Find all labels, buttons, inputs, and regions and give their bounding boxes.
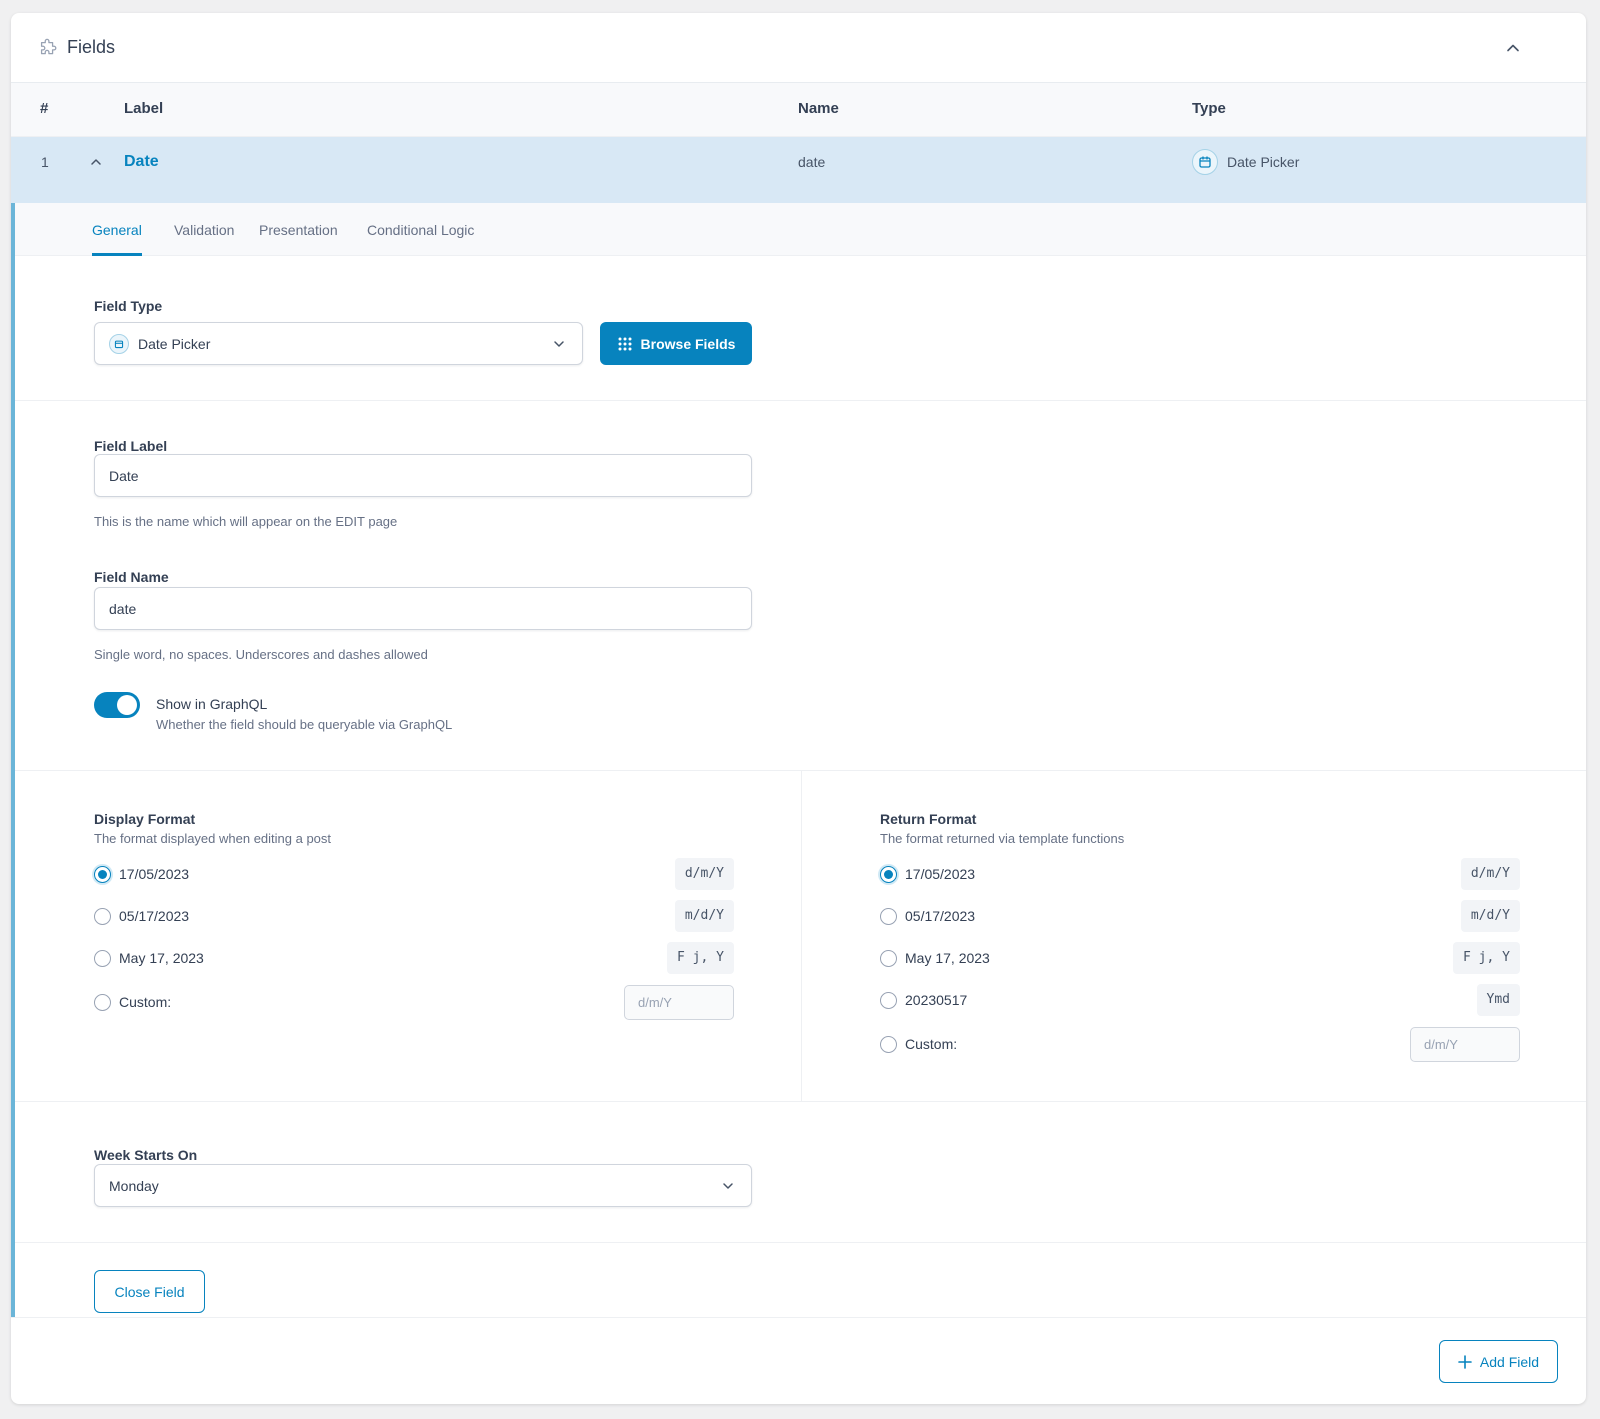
column-header-type: Type <box>1192 100 1226 117</box>
calendar-icon <box>109 334 129 354</box>
calendar-icon <box>1192 149 1218 175</box>
format-code: d/m/Y <box>1461 858 1520 890</box>
return-format-custom-input[interactable] <box>1410 1027 1520 1062</box>
column-header-name: Name <box>798 100 839 117</box>
return-format-group: Return Format The format returned via te… <box>880 771 1520 1101</box>
format-code: m/d/Y <box>675 900 734 932</box>
format-code: F j, Y <box>1453 942 1520 974</box>
week-starts-select[interactable]: Monday <box>94 1164 752 1207</box>
chevron-down-icon <box>552 337 566 351</box>
tab-general[interactable]: General <box>92 222 142 238</box>
graphql-toggle[interactable] <box>94 692 140 718</box>
return-format-help: The format returned via template functio… <box>880 831 1124 846</box>
field-type-label: Field Type <box>94 298 162 314</box>
row-label-link[interactable]: Date <box>124 153 159 171</box>
column-header-label: Label <box>124 100 163 117</box>
return-format-option[interactable]: 20230517 <box>880 989 967 1011</box>
radio[interactable] <box>94 908 111 925</box>
return-format-custom-option[interactable]: Custom: <box>880 1033 957 1055</box>
display-format-option[interactable]: May 17, 2023 <box>94 947 204 969</box>
radio[interactable] <box>880 950 897 967</box>
puzzle-icon <box>37 38 59 60</box>
radio[interactable] <box>94 950 111 967</box>
display-format-custom-option[interactable]: Custom: <box>94 991 171 1013</box>
display-format-help: The format displayed when editing a post <box>94 831 331 846</box>
return-format-option[interactable]: 05/17/2023 <box>880 905 975 927</box>
footer-divider <box>11 1317 1586 1318</box>
field-type-value: Date Picker <box>138 336 210 352</box>
formats-section: Display Format The format displayed when… <box>15 771 1586 1102</box>
radio-checked[interactable] <box>880 866 897 883</box>
row-number: 1 <box>41 154 49 170</box>
panel-title: Fields <box>67 37 115 58</box>
close-field-button[interactable]: Close Field <box>94 1270 205 1313</box>
row-name: date <box>798 154 825 170</box>
field-name-label: Field Name <box>94 569 169 585</box>
add-field-button[interactable]: Add Field <box>1439 1340 1558 1383</box>
grid-icon <box>617 336 633 352</box>
column-divider <box>801 771 802 1101</box>
chevron-up-icon[interactable] <box>89 155 103 169</box>
format-code: F j, Y <box>667 942 734 974</box>
field-label-label: Field Label <box>94 438 167 454</box>
table-header: # Label Name Type <box>11 83 1586 137</box>
tab-presentation[interactable]: Presentation <box>259 222 338 238</box>
tab-validation[interactable]: Validation <box>174 222 234 238</box>
field-name-input[interactable] <box>94 587 752 630</box>
field-type-select[interactable]: Date Picker <box>94 322 583 365</box>
field-label-help: This is the name which will appear on th… <box>94 514 397 529</box>
week-starts-label: Week Starts On <box>94 1147 197 1163</box>
graphql-label: Show in GraphQL <box>156 696 267 712</box>
field-settings: General Validation Presentation Conditio… <box>11 203 1586 1317</box>
column-header-number: # <box>40 100 48 117</box>
format-code: Ymd <box>1477 984 1520 1016</box>
panel-header: Fields <box>11 13 1586 83</box>
browse-fields-label: Browse Fields <box>641 336 736 352</box>
display-format-option[interactable]: 05/17/2023 <box>94 905 189 927</box>
settings-tabs: General Validation Presentation Conditio… <box>15 203 1586 256</box>
format-code: d/m/Y <box>675 858 734 890</box>
display-format-label: Display Format <box>94 811 195 827</box>
display-format-group: Display Format The format displayed when… <box>94 771 734 1101</box>
field-name-help: Single word, no spaces. Underscores and … <box>94 647 428 662</box>
chevron-up-icon[interactable] <box>1504 39 1522 57</box>
format-code: m/d/Y <box>1461 900 1520 932</box>
return-format-option[interactable]: 17/05/2023 <box>880 863 975 885</box>
plus-icon <box>1458 1355 1472 1369</box>
return-format-option[interactable]: May 17, 2023 <box>880 947 990 969</box>
row-type: Date Picker <box>1227 154 1299 170</box>
return-format-label: Return Format <box>880 811 976 827</box>
radio[interactable] <box>94 994 111 1011</box>
add-field-label: Add Field <box>1480 1354 1539 1370</box>
radio[interactable] <box>880 992 897 1009</box>
radio-checked[interactable] <box>94 866 111 883</box>
radio[interactable] <box>880 1036 897 1053</box>
week-starts-section: Week Starts On Monday <box>15 1102 1586 1243</box>
field-basics-section: Field Label This is the name which will … <box>15 401 1586 771</box>
field-label-input[interactable] <box>94 454 752 497</box>
close-field-label: Close Field <box>114 1284 184 1300</box>
radio[interactable] <box>880 908 897 925</box>
week-starts-value: Monday <box>109 1178 159 1194</box>
display-format-option[interactable]: 17/05/2023 <box>94 863 189 885</box>
tab-conditional-logic[interactable]: Conditional Logic <box>367 222 474 238</box>
graphql-help: Whether the field should be queryable vi… <box>156 717 452 732</box>
table-row[interactable]: 1 Date date Date Picker <box>11 137 1586 203</box>
field-type-section: Field Type Date Picker Browse Fields <box>15 256 1586 401</box>
browse-fields-button[interactable]: Browse Fields <box>600 322 752 365</box>
fields-panel: Fields # Label Name Type 1 Date date Dat… <box>11 13 1586 1404</box>
chevron-down-icon <box>721 1179 735 1193</box>
display-format-custom-input[interactable] <box>624 985 734 1020</box>
